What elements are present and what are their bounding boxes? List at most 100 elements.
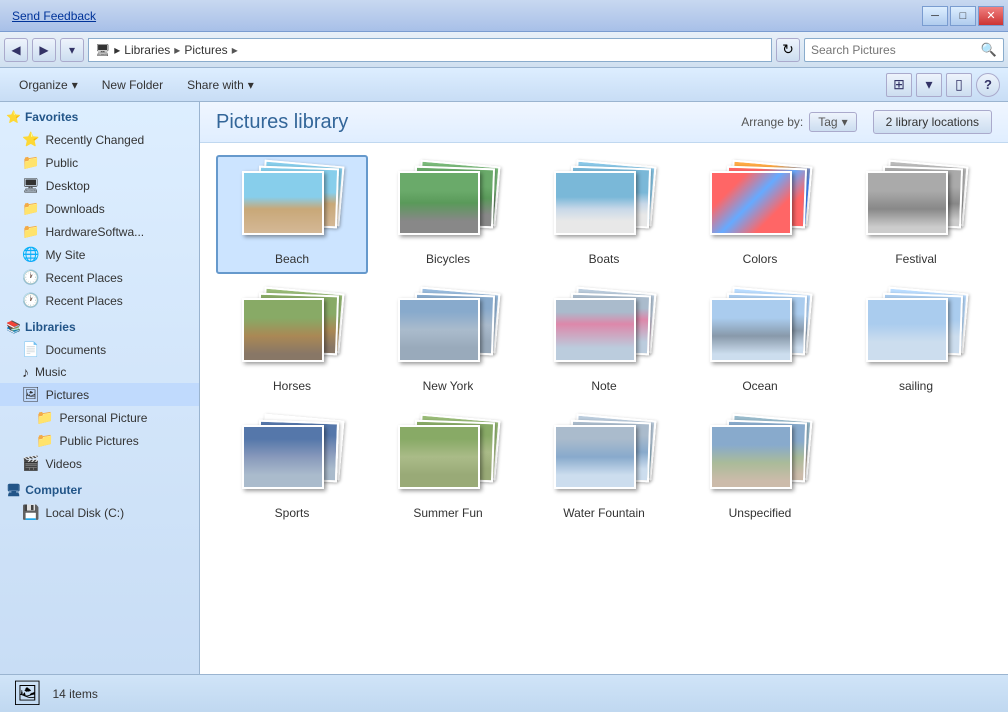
folder-label-horses: Horses [273, 379, 311, 393]
personal-pictures-icon: 📁 [36, 409, 53, 426]
help-button[interactable]: ? [976, 73, 1000, 97]
documents-label: Documents [45, 343, 106, 357]
arrange-dropdown[interactable]: Tag ▾ [809, 112, 856, 132]
forward-button[interactable]: ▶ [32, 38, 56, 62]
local-disk-icon: 💾 [22, 504, 39, 521]
refresh-button[interactable]: ↻ [776, 38, 800, 62]
search-input[interactable] [811, 43, 977, 57]
folder-item-note[interactable]: Note [528, 282, 680, 401]
folder-thumb-sports [242, 417, 342, 502]
share-chevron: ▾ [248, 78, 254, 92]
main-layout: ⭐ Favorites ⭐ Recently Changed 📁 Public … [0, 102, 1008, 674]
library-locations-button[interactable]: 2 library locations [873, 110, 992, 134]
sidebar-item-videos[interactable]: 🎬 Videos [0, 452, 199, 475]
folder-thumb-new-york [398, 290, 498, 375]
path-separator: ▸ [114, 43, 120, 57]
sidebar-item-recent-places-1[interactable]: 🕐 Recent Places [0, 266, 199, 289]
folder-thumb-unspecified [710, 417, 810, 502]
back-button[interactable]: ◀ [4, 38, 28, 62]
libraries-section: 📚 Libraries 📄 Documents ♪ Music 🖼 Pictur… [0, 316, 199, 475]
view-dropdown-button[interactable]: ▾ [916, 73, 942, 97]
desktop-icon: 🖥 [22, 177, 40, 194]
sidebar-item-music[interactable]: ♪ Music [0, 361, 199, 383]
preview-pane-button[interactable]: ▯ [946, 73, 972, 97]
folder-item-water-fountain[interactable]: Water Fountain [528, 409, 680, 528]
folder-label-sports: Sports [275, 506, 310, 520]
folder-item-unspecified[interactable]: Unspecified [684, 409, 836, 528]
folder-item-colors[interactable]: Colors [684, 155, 836, 274]
folder-item-sports[interactable]: Sports [216, 409, 368, 528]
sidebar-item-recent-places-2[interactable]: 🕐 Recent Places [0, 289, 199, 312]
folder-item-sailing[interactable]: sailing [840, 282, 992, 401]
computer-header[interactable]: 🖥 Computer [0, 479, 199, 501]
organize-button[interactable]: Organize ▾ [8, 72, 89, 98]
folder-item-new-york[interactable]: New York [372, 282, 524, 401]
folder-item-bicycles[interactable]: Bicycles [372, 155, 524, 274]
sidebar-item-public[interactable]: 📁 Public [0, 151, 199, 174]
sidebar-item-pictures[interactable]: 🖼 Pictures [0, 383, 199, 406]
address-path[interactable]: 🖥 ▸ Libraries ▸ Pictures ▸ [88, 38, 772, 62]
path-libraries[interactable]: Libraries [124, 43, 170, 57]
search-box[interactable]: 🔍 [804, 38, 1004, 62]
sidebar-item-mysite[interactable]: 🌐 My Site [0, 243, 199, 266]
personal-pictures-label: Personal Picture [59, 411, 147, 425]
local-disk-label: Local Disk (C:) [45, 506, 124, 520]
folder-label-unspecified: Unspecified [729, 506, 792, 520]
folder-item-horses[interactable]: Horses [216, 282, 368, 401]
toolbar: Organize ▾ New Folder Share with ▾ ⊞ ▾ ▯… [0, 68, 1008, 102]
close-button[interactable]: ✕ [978, 6, 1004, 26]
sidebar-item-public-pictures[interactable]: 📁 Public Pictures [0, 429, 199, 452]
share-with-button[interactable]: Share with ▾ [176, 72, 265, 98]
downloads-label: Downloads [45, 202, 104, 216]
change-view-button[interactable]: ⊞ [886, 73, 912, 97]
search-icon: 🔍 [981, 42, 997, 58]
arrange-by-control: Arrange by: Tag ▾ [741, 112, 856, 132]
folder-item-beach[interactable]: Beach [216, 155, 368, 274]
sidebar-item-downloads[interactable]: 📁 Downloads [0, 197, 199, 220]
hardwaresoftware-label: HardwareSoftwa... [45, 225, 144, 239]
pictures-icon: 🖼 [22, 386, 40, 403]
public-pictures-label: Public Pictures [59, 434, 138, 448]
favorites-header[interactable]: ⭐ Favorites [0, 106, 199, 128]
sidebar-item-documents[interactable]: 📄 Documents [0, 338, 199, 361]
public-pictures-icon: 📁 [36, 432, 53, 449]
arrange-value: Tag [818, 115, 837, 129]
sidebar-item-personal-pictures[interactable]: 📁 Personal Picture [0, 406, 199, 429]
restore-button[interactable]: □ [950, 6, 976, 26]
status-count: 14 items [52, 687, 97, 701]
path-arrow-2: ▸ [232, 43, 238, 57]
favorites-section: ⭐ Favorites ⭐ Recently Changed 📁 Public … [0, 106, 199, 312]
folder-label-colors: Colors [743, 252, 778, 266]
feedback-link[interactable]: Send Feedback [12, 9, 96, 23]
organize-chevron: ▾ [72, 78, 78, 92]
libraries-header[interactable]: 📚 Libraries [0, 316, 199, 338]
arrange-by-label: Arrange by: [741, 115, 803, 129]
recently-changed-label: Recently Changed [45, 133, 144, 147]
folder-thumb-colors [710, 163, 810, 248]
sidebar-item-hardwaresoftware[interactable]: 📁 HardwareSoftwa... [0, 220, 199, 243]
new-folder-button[interactable]: New Folder [91, 72, 174, 98]
folder-thumb-horses [242, 290, 342, 375]
folder-label-sailing: sailing [899, 379, 933, 393]
sidebar-item-local-disk[interactable]: 💾 Local Disk (C:) [0, 501, 199, 524]
arrange-chevron: ▾ [842, 115, 848, 129]
music-icon: ♪ [22, 364, 29, 380]
favorites-star-icon: ⭐ [6, 110, 21, 124]
sidebar-item-desktop[interactable]: 🖥 Desktop [0, 174, 199, 197]
folder-item-summer-fun[interactable]: Summer Fun [372, 409, 524, 528]
folder-item-festival[interactable]: Festival [840, 155, 992, 274]
folder-thumb-beach [242, 163, 342, 248]
status-bar: 🖼 14 items [0, 674, 1008, 712]
downloads-icon: 📁 [22, 200, 39, 217]
folder-item-ocean[interactable]: Ocean [684, 282, 836, 401]
recent-locations-button[interactable]: ▾ [60, 38, 84, 62]
content-header: Pictures library Arrange by: Tag ▾ 2 lib… [200, 102, 1008, 143]
videos-icon: 🎬 [22, 455, 39, 472]
path-pictures[interactable]: Pictures [184, 43, 227, 57]
sidebar-item-recently-changed[interactable]: ⭐ Recently Changed [0, 128, 199, 151]
minimize-button[interactable]: ─ [922, 6, 948, 26]
libraries-icon: 📚 [6, 320, 21, 334]
folder-item-boats[interactable]: Boats [528, 155, 680, 274]
pictures-label: Pictures [46, 388, 89, 402]
address-bar: ◀ ▶ ▾ 🖥 ▸ Libraries ▸ Pictures ▸ ↻ 🔍 [0, 32, 1008, 68]
